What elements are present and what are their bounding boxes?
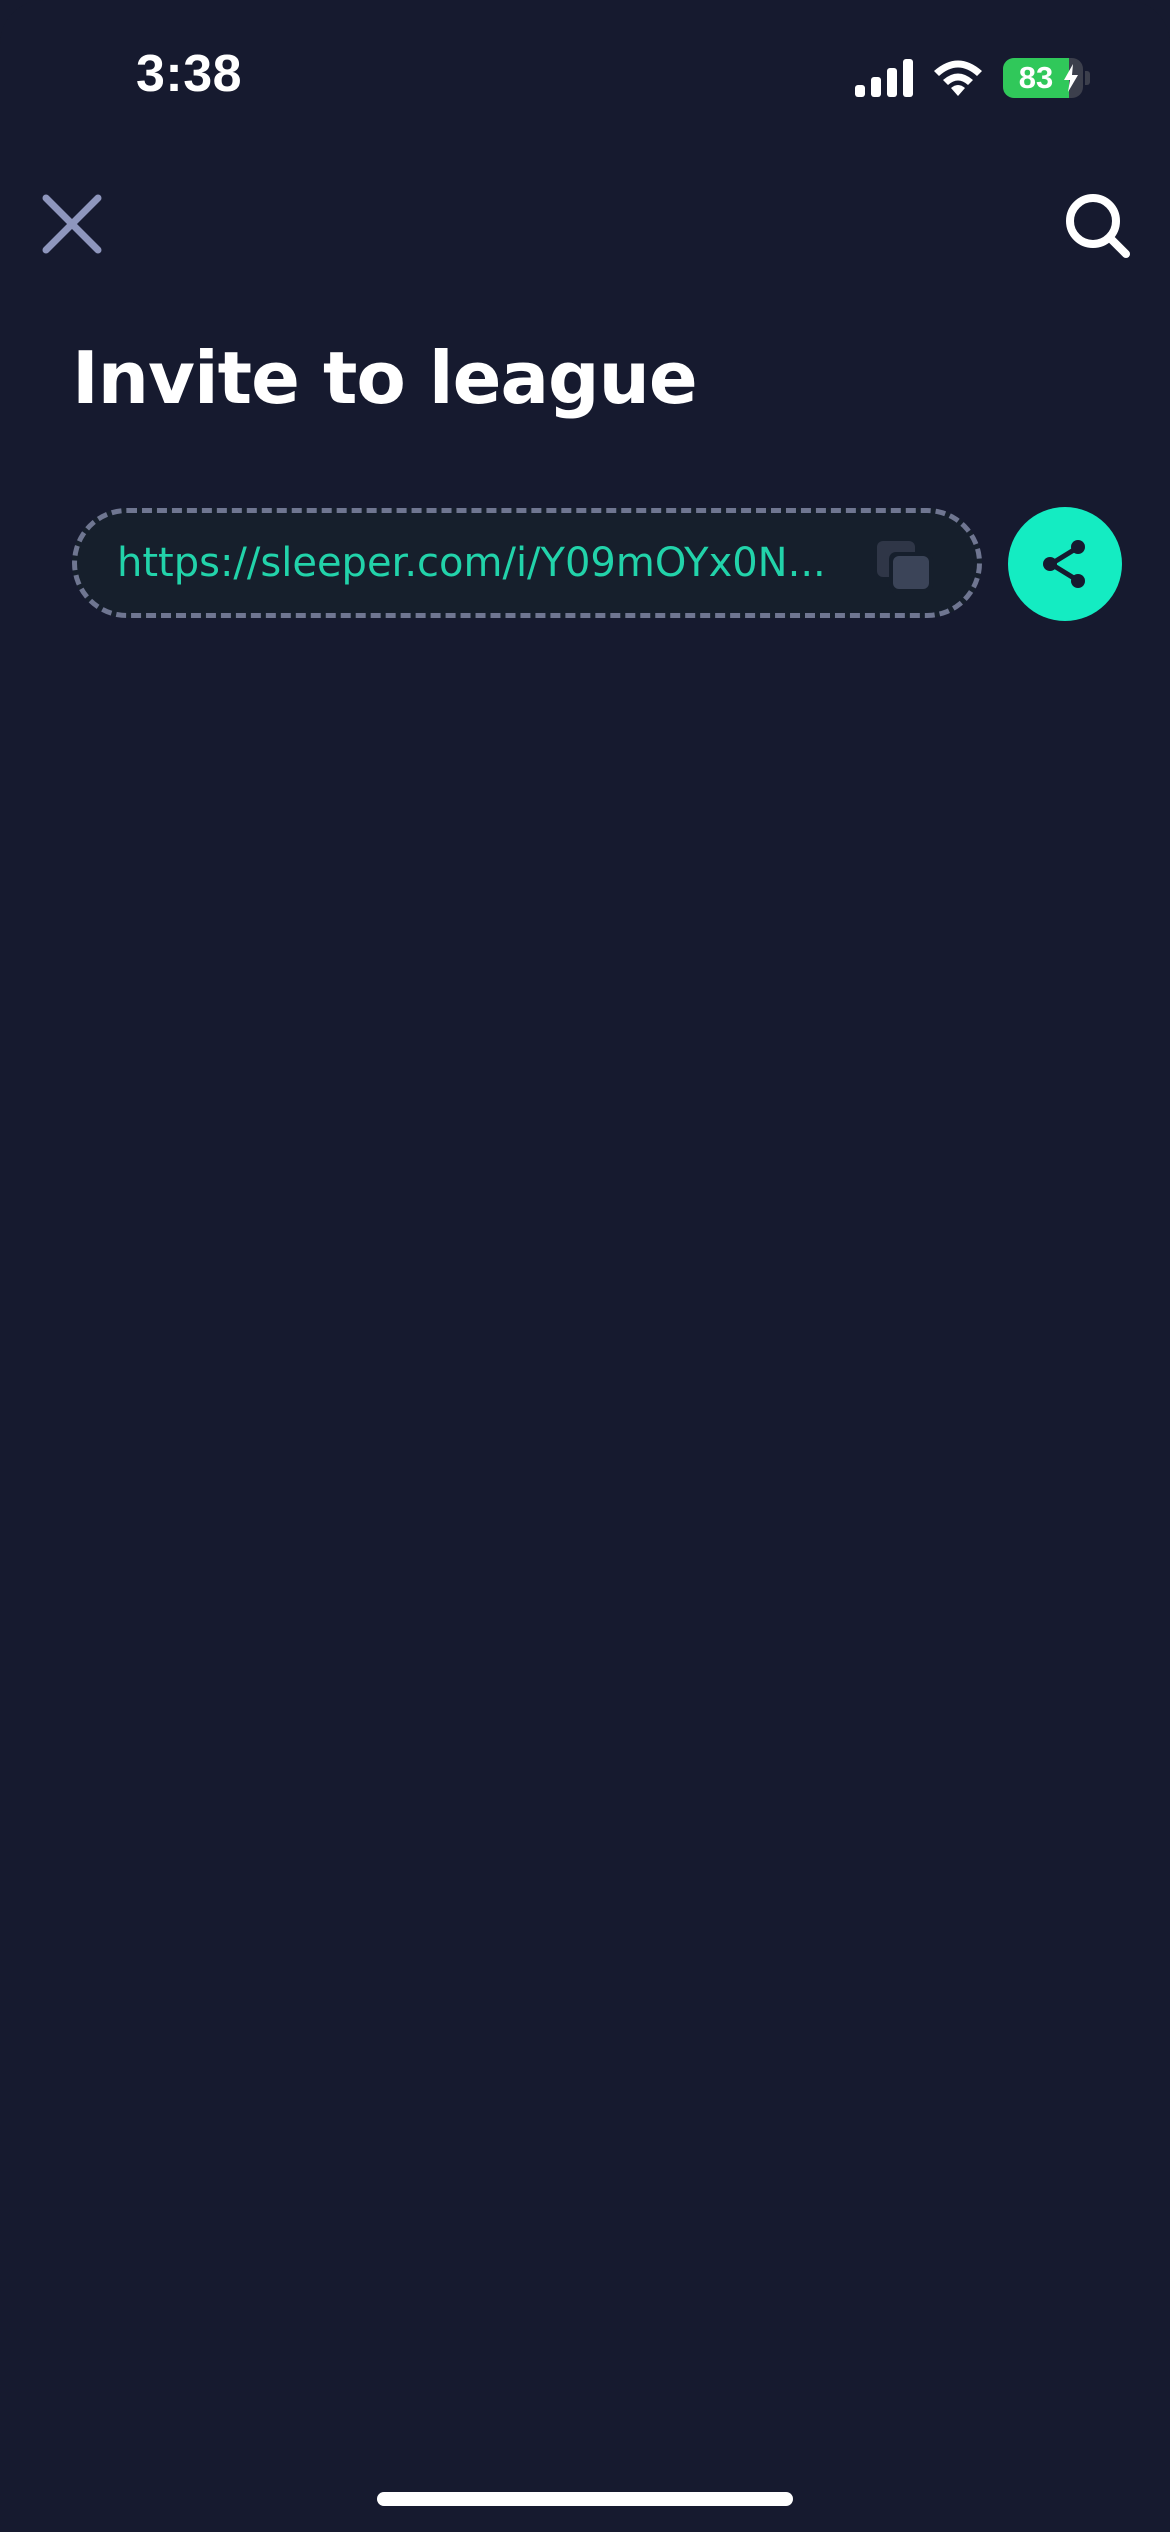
status-icons: 83 <box>855 54 1090 102</box>
battery-nub <box>1085 71 1090 85</box>
copy-icon[interactable] <box>877 541 933 593</box>
close-button[interactable] <box>36 188 108 260</box>
share-icon <box>1043 540 1085 588</box>
page-title: Invite to league <box>72 336 698 420</box>
charging-bolt-icon <box>1064 64 1078 92</box>
status-time: 3:38 <box>136 45 243 103</box>
invite-screen: 3:38 83 Invite to league https://sleeper… <box>0 0 1170 2532</box>
invite-link-text: https://sleeper.com/i/Y09mOYx0N... <box>117 540 826 586</box>
invite-link-field[interactable]: https://sleeper.com/i/Y09mOYx0N... <box>72 508 982 618</box>
status-bar: 3:38 83 <box>0 0 1170 150</box>
signal-icon <box>855 59 913 97</box>
home-indicator[interactable] <box>377 2492 793 2506</box>
search-button[interactable] <box>1060 188 1136 264</box>
share-button[interactable] <box>1008 507 1122 621</box>
close-icon <box>42 194 102 254</box>
battery-icon: 83 <box>1003 58 1083 98</box>
wifi-icon <box>934 60 982 96</box>
search-icon <box>1066 194 1130 258</box>
